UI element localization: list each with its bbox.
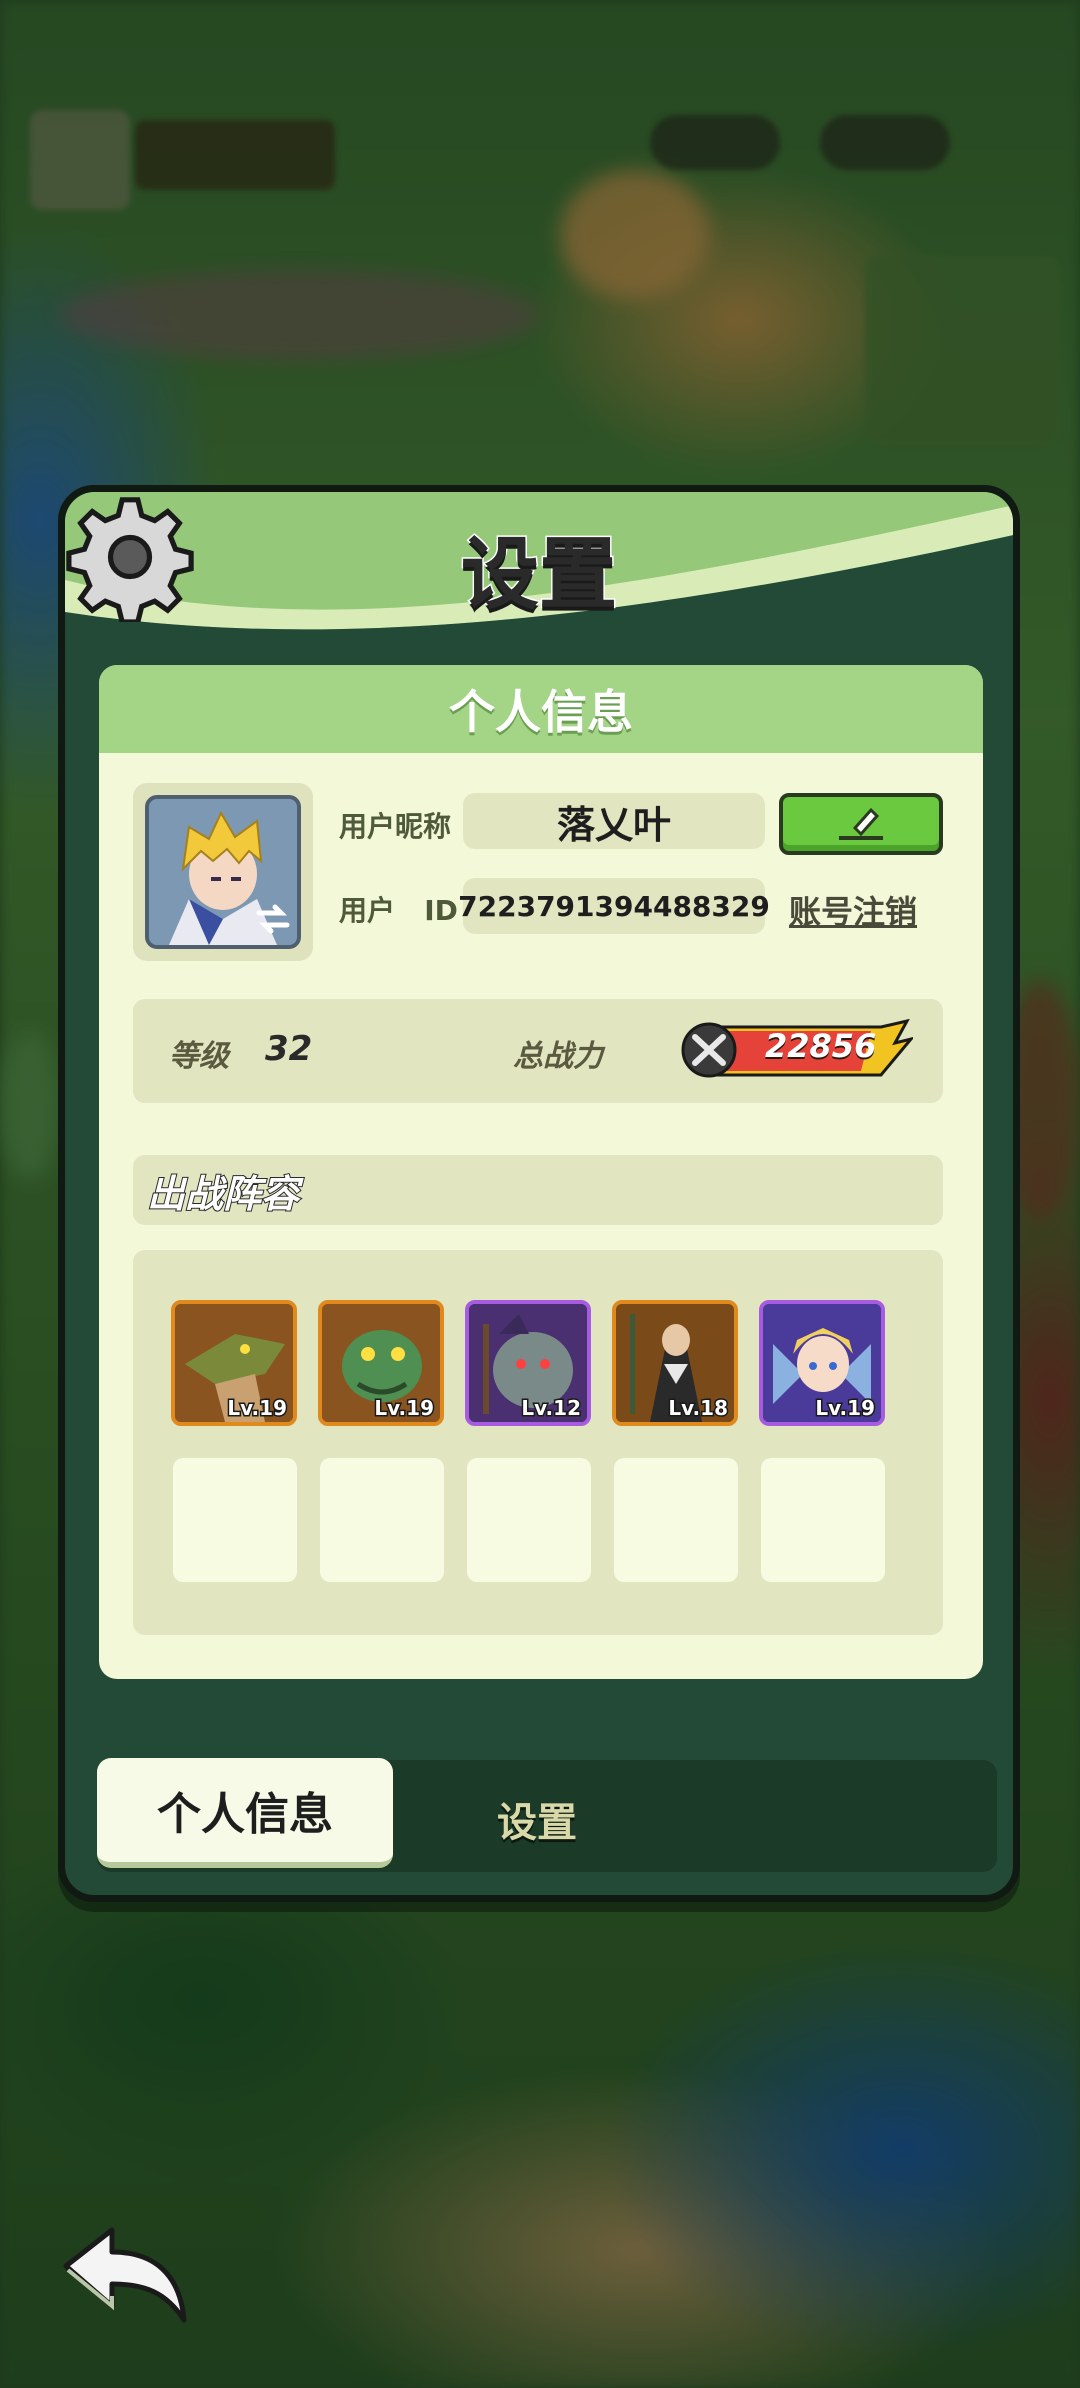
empty-hero-slot[interactable]: [467, 1458, 591, 1582]
dialog-header: 设置: [65, 492, 1013, 632]
back-arrow-icon[interactable]: [58, 2226, 190, 2324]
empty-hero-slot[interactable]: [614, 1458, 738, 1582]
settings-dialog: 设置 个人信息 用户昵称 落乂叶 用户 ID 7223791394488329 …: [58, 485, 1020, 1902]
hero-slot[interactable]: Lv.19: [318, 1300, 444, 1426]
hero-level: Lv.19: [226, 1395, 289, 1422]
user-id-value: 7223791394488329: [458, 889, 770, 923]
power-label: 总战力: [513, 1039, 603, 1074]
nickname-value: 落乂叶: [556, 802, 671, 847]
hero-level: Lv.18: [667, 1395, 730, 1422]
hero-slot[interactable]: Lv.19: [759, 1300, 885, 1426]
nickname-field: 落乂叶: [463, 793, 765, 849]
tab-settings[interactable]: 设置: [497, 1790, 577, 1848]
lineup-title: 出战阵容: [146, 1171, 300, 1217]
level-value: 32: [265, 1029, 313, 1069]
hero-level: Lv.12: [520, 1395, 583, 1422]
tab-personal-info[interactable]: 个人信息: [97, 1758, 393, 1868]
swap-icon[interactable]: [253, 899, 293, 939]
power-value: 22856: [765, 1027, 877, 1065]
edit-nickname-button[interactable]: [779, 793, 943, 855]
empty-hero-slot[interactable]: [761, 1458, 885, 1582]
lineup-header: 出战阵容: [133, 1155, 943, 1225]
tab-bar: 个人信息 设置: [97, 1758, 997, 1872]
stats-bar: 等级 32 总战力 22856: [133, 999, 943, 1103]
empty-hero-slot[interactable]: [173, 1458, 297, 1582]
section-title: 个人信息: [449, 685, 633, 739]
level-label: 等级: [169, 1039, 229, 1074]
account-cancel-link[interactable]: 账号注销: [789, 887, 917, 933]
hero-slot[interactable]: Lv.18: [612, 1300, 738, 1426]
avatar-portrait: [145, 795, 301, 949]
hero-level: Lv.19: [373, 1395, 436, 1422]
section-header: 个人信息: [99, 665, 983, 753]
dialog-title: 设置: [459, 529, 618, 622]
nickname-label: 用户昵称: [339, 810, 452, 843]
lineup-grid: Lv.19 Lv.19 Lv.12 Lv.18 Lv.19: [133, 1250, 943, 1635]
pencil-icon: [839, 807, 883, 840]
user-id-suffix: ID: [424, 894, 458, 927]
avatar[interactable]: [133, 783, 313, 961]
personal-info-panel: 个人信息 用户昵称 落乂叶 用户 ID 7223791394488329 账号注…: [99, 665, 983, 1679]
hero-slot[interactable]: Lv.19: [171, 1300, 297, 1426]
user-id-label: 用户 ID: [339, 894, 458, 927]
user-id-field: 7223791394488329: [458, 878, 770, 934]
hero-slot[interactable]: Lv.12: [465, 1300, 591, 1426]
empty-hero-slot[interactable]: [320, 1458, 444, 1582]
hero-level: Lv.19: [814, 1395, 877, 1422]
